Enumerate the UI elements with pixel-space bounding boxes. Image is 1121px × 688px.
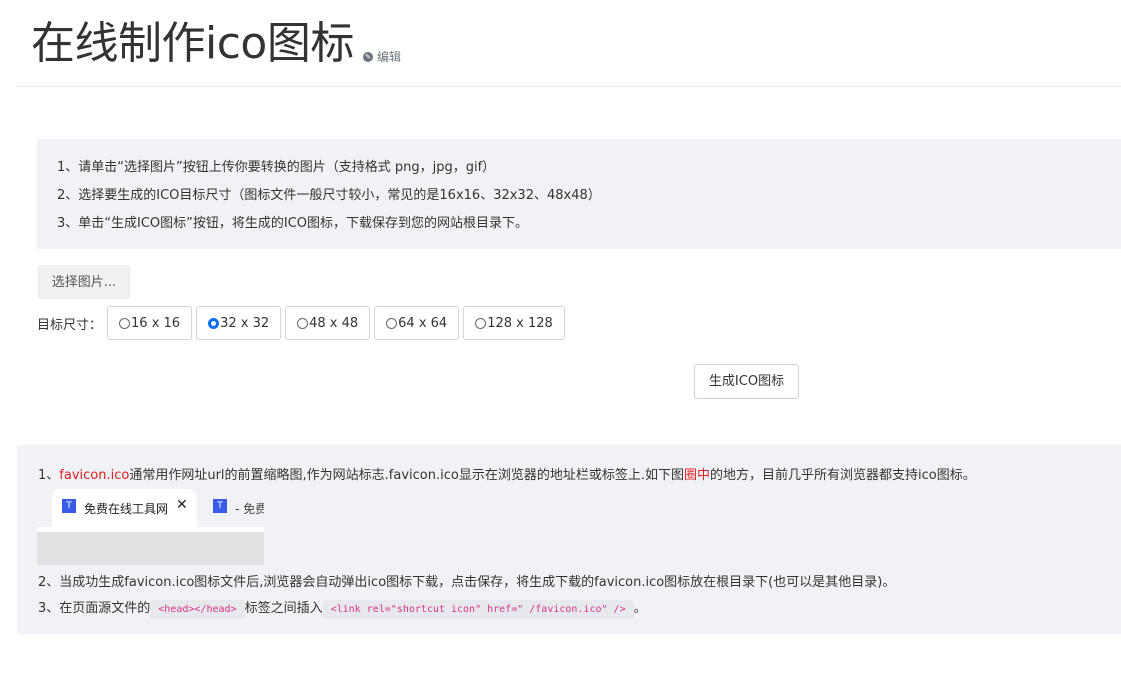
instructions-panel: 1、请单击“选择图片”按钮上传你要转换的图片（支持格式 png，jpg，gif）… (37, 139, 1121, 249)
info-line-1-text: 通常用作网址url的前置缩略图,作为网站标志.favicon.ico显示在浏览器… (129, 468, 684, 483)
code-link-tag: <link rel="shortcut icon" href=" /favico… (322, 600, 634, 619)
instruction-item: 3、单击“生成ICO图标”按钮，将生成的ICO图标，下载保存到您的网站根目录下。 (57, 216, 529, 231)
size-option-label: 16 x 16 (131, 315, 181, 331)
info-line-1-text-end: 的地方，目前几乎所有浏览器都支持ico图标。 (709, 468, 976, 483)
size-option-label: 64 x 64 (398, 315, 448, 331)
page-title: 在线制作ico图标 (31, 18, 354, 69)
info-line-1: 1、favicon.ico通常用作网址url的前置缩略图,作为网站标志.favi… (38, 464, 976, 483)
code-head-tag: <head></head> (150, 600, 245, 619)
instruction-item: 1、请单击“选择图片”按钮上传你要转换的图片（支持格式 png，jpg，gif） (57, 160, 496, 175)
size-option-64[interactable]: 64 x 64 (374, 306, 460, 340)
favicon-link[interactable]: favicon.ico (59, 468, 129, 483)
highlight-text: 圈中 (683, 468, 710, 483)
info-line-3-prefix: 3、在页面源文件的 (38, 601, 151, 616)
address-bar (37, 532, 264, 565)
browser-tab-title: 免费在线工具网 (84, 502, 169, 516)
radio-button[interactable] (386, 317, 398, 329)
size-option-label: 32 x 32 (220, 315, 270, 331)
generate-ico-button[interactable]: 生成ICO图标 (694, 364, 799, 399)
size-option-label: 128 x 128 (487, 315, 553, 331)
info-line-1-prefix: 1、 (38, 468, 60, 483)
edit-link[interactable]: ✎ 编辑 (363, 48, 401, 65)
instructions-list: 1、请单击“选择图片”按钮上传你要转换的图片（支持格式 png，jpg，gif）… (37, 139, 1121, 238)
radio-button[interactable] (297, 317, 309, 329)
choose-image-button[interactable]: 选择图片... (38, 265, 130, 299)
radio-button[interactable] (119, 317, 131, 329)
site-favicon-icon: T (62, 499, 76, 513)
browser-tab-active: T 免费在线工具网 ✕ (52, 489, 197, 527)
target-size-group: 目标尺寸： 16 x 16 32 x 32 48 x 48 64 x 64 12… (37, 305, 569, 341)
target-size-label: 目标尺寸： (37, 317, 103, 333)
info-line-3-middle: 标签之间插入 (244, 601, 323, 616)
close-icon: ✕ (176, 497, 188, 513)
size-option-label: 48 x 48 (309, 315, 359, 331)
info-line-3: 3、在页面源文件的 <head></head> 标签之间插入 <link rel="s… (38, 598, 647, 621)
radio-button-checked[interactable] (208, 317, 220, 329)
edit-icon: ✎ (363, 51, 373, 62)
browser-tab-example: T 免费在线工具网 ✕ T - 免费 (37, 489, 264, 565)
page-header: 在线制作ico图标 ✎ 编辑 (17, 0, 1121, 87)
size-option-128[interactable]: 128 x 128 (463, 306, 565, 340)
site-favicon-icon: T (213, 499, 227, 513)
instruction-item: 2、选择要生成的ICO目标尺寸（图标文件一般尺寸较小，常见的是16x16、32x… (57, 188, 601, 203)
size-option-16[interactable]: 16 x 16 (107, 306, 193, 340)
browser-tab-title: - 免费 (235, 502, 264, 516)
radio-button[interactable] (475, 317, 487, 329)
favicon-info-panel: 1、favicon.ico通常用作网址url的前置缩略图,作为网站标志.favi… (17, 445, 1121, 634)
info-line-2: 2、当成功生成favicon.ico图标文件后,浏览器会自动弹出ico图标下载，… (38, 575, 896, 590)
size-option-48[interactable]: 48 x 48 (285, 306, 371, 340)
info-line-3-suffix: 。 (633, 601, 647, 616)
edit-label: 编辑 (377, 50, 402, 64)
size-option-32[interactable]: 32 x 32 (196, 306, 282, 340)
